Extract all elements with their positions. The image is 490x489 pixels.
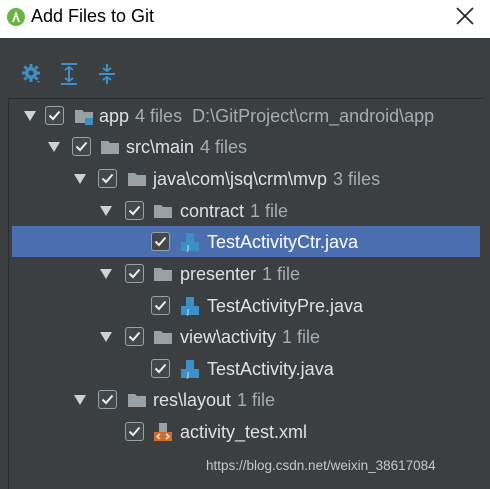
folder-icon (154, 268, 172, 281)
tree-row-view-activity[interactable]: view\activity 1 file (1, 321, 490, 352)
svg-text:J: J (186, 371, 189, 379)
tree-row-contract[interactable]: contract 1 file (1, 195, 490, 226)
checkbox-res-layout[interactable] (98, 390, 117, 409)
folder-icon (101, 141, 119, 154)
chevron-down-icon[interactable] (47, 141, 61, 153)
tree-row-testactivityctr[interactable]: J TestActivityCtr.java (12, 226, 480, 257)
xml-file-icon (154, 423, 172, 441)
checkbox-testactivitypre[interactable] (151, 296, 170, 315)
window-title: Add Files to Git (31, 6, 155, 26)
module-path: D:\GitProject\crm_android\app (192, 106, 435, 126)
collapse-all-icon[interactable] (95, 62, 119, 86)
checkbox-java-package[interactable] (98, 169, 117, 188)
svg-text:J: J (186, 308, 189, 316)
android-studio-icon (7, 8, 25, 26)
java-file-icon: J (181, 360, 199, 379)
tree-row-label: view\activity (180, 327, 277, 347)
tree-row-label: TestActivity.java (207, 359, 334, 379)
tree-row-label: activity_test.xml (180, 422, 308, 442)
java-file-icon: J (181, 297, 199, 316)
watermark-text: https://blog.csdn.net/weixin_38617084 (206, 458, 436, 473)
checkbox-contract[interactable] (125, 201, 144, 220)
tree-row-label: presenter (180, 264, 257, 284)
java-file-icon: J (181, 233, 199, 252)
tree-row-testactivity[interactable]: J TestActivity.java (1, 353, 490, 384)
file-count: 1 file (262, 264, 301, 284)
gear-icon[interactable] (20, 62, 44, 86)
checkbox-app[interactable] (45, 106, 64, 125)
title-bar: Add Files to Git (0, 0, 490, 38)
tree-row-label: contract (180, 201, 245, 221)
tree-row-label: res\layout (153, 390, 232, 410)
folder-icon (128, 173, 146, 186)
chevron-down-icon[interactable] (73, 394, 87, 406)
tree-row-presenter[interactable]: presenter 1 file (1, 258, 490, 289)
tree-row-label: app (99, 106, 130, 126)
tree-row-label: java\com\jsq\crm\mvp (153, 169, 328, 189)
tree-row-label: TestActivityPre.java (207, 296, 364, 316)
tree-row-label: src\main (126, 137, 195, 157)
chevron-down-icon[interactable] (99, 205, 113, 217)
changes-tree[interactable]: app 4 files D:\GitProject\crm_android\app … (8, 98, 483, 489)
expand-all-icon[interactable] (57, 62, 81, 86)
checkbox-presenter[interactable] (125, 264, 144, 283)
chevron-down-icon[interactable] (99, 268, 113, 280)
tree-row-app[interactable]: app 4 files D:\GitProject\crm_android\app (1, 100, 490, 131)
checkbox-view-activity[interactable] (125, 327, 144, 346)
file-count: 1 file (282, 327, 321, 347)
svg-text:J: J (186, 244, 189, 252)
file-count: 1 file (250, 201, 289, 221)
file-count: 4 files (200, 137, 248, 157)
toolbar (0, 38, 490, 94)
checkbox-activity-test-xml[interactable] (125, 422, 144, 441)
tree-row-java-package[interactable]: java\com\jsq\crm\mvp 3 files (1, 163, 490, 194)
chevron-down-icon[interactable] (23, 110, 37, 122)
chevron-down-icon[interactable] (99, 331, 113, 343)
tree-row-res-layout[interactable]: res\layout 1 file (1, 384, 490, 415)
tree-row-activity-test-xml[interactable]: activity_test.xml (1, 416, 490, 447)
folder-icon (154, 205, 172, 218)
tree-row-testactivitypre[interactable]: J TestActivityPre.java (1, 290, 490, 321)
checkbox-testactivity[interactable] (151, 359, 170, 378)
tree-row-src-main[interactable]: src\main 4 files (1, 131, 490, 162)
chevron-down-icon[interactable] (73, 173, 87, 185)
file-count: 1 file (237, 390, 276, 410)
file-count: 3 files (333, 169, 381, 189)
close-icon[interactable] (456, 7, 474, 25)
tree-row-label: TestActivityCtr.java (207, 232, 359, 252)
checkbox-src-main[interactable] (72, 137, 91, 156)
folder-icon (128, 394, 146, 407)
file-count: 4 files (135, 106, 183, 126)
folder-icon (154, 331, 172, 344)
module-folder-icon (75, 110, 93, 125)
checkbox-testactivityctr[interactable] (151, 232, 170, 251)
